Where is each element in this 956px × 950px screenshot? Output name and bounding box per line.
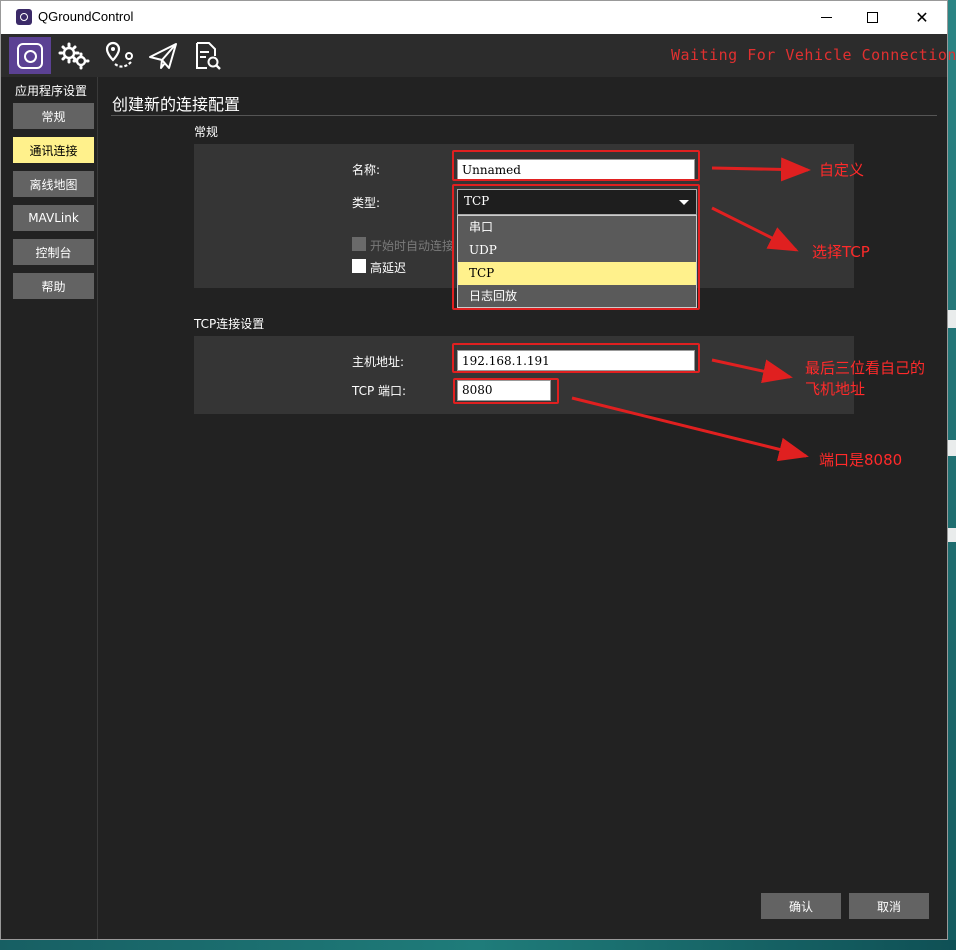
background-window-edge bbox=[948, 310, 956, 328]
tcp-section-label: TCP连接设置 bbox=[194, 317, 265, 331]
sidebar-item-mavlink[interactable]: MAVLink bbox=[13, 205, 94, 231]
plan-route-icon[interactable] bbox=[103, 40, 135, 72]
settings-sidebar: 应用程序设置 常规 通讯连接 离线地图 MAVLink 控制台 帮助 bbox=[1, 77, 98, 939]
auto-connect-checkbox[interactable] bbox=[352, 237, 366, 251]
annotation-box-name bbox=[452, 150, 700, 181]
app-window: QGroundControl ✕ Waiting For Vehicle Con… bbox=[0, 0, 956, 940]
maximize-button[interactable] bbox=[849, 1, 895, 34]
background-window-edge bbox=[948, 440, 956, 456]
minimize-icon bbox=[820, 17, 832, 18]
sidebar-title: 应用程序设置 bbox=[15, 84, 88, 98]
annotation-type-note: 选择TCP bbox=[812, 243, 870, 261]
sidebar-item-offline-maps[interactable]: 离线地图 bbox=[13, 171, 94, 197]
auto-connect-label: 开始时自动连接 bbox=[370, 239, 455, 253]
desktop-background bbox=[948, 0, 956, 950]
general-section-label: 常规 bbox=[194, 125, 219, 139]
close-button[interactable]: ✕ bbox=[899, 1, 945, 34]
host-label: 主机地址: bbox=[352, 355, 405, 369]
vehicle-connection-status: Waiting For Vehicle Connection bbox=[671, 46, 956, 64]
sidebar-item-comm-links[interactable]: 通讯连接 bbox=[13, 137, 94, 163]
confirm-button[interactable]: 确认 bbox=[761, 893, 841, 919]
annotation-box-host bbox=[452, 343, 700, 373]
title-bar: QGroundControl ✕ bbox=[1, 1, 947, 34]
title-divider bbox=[111, 115, 937, 116]
window-title: QGroundControl bbox=[38, 9, 134, 24]
qgc-logo-icon bbox=[17, 43, 43, 69]
app-settings-button[interactable] bbox=[9, 37, 51, 74]
port-label: TCP 端口: bbox=[352, 384, 407, 398]
sidebar-item-console[interactable]: 控制台 bbox=[13, 239, 94, 265]
main-toolbar: Waiting For Vehicle Connection bbox=[1, 34, 956, 77]
app-logo-icon bbox=[16, 9, 32, 25]
settings-gears-icon[interactable] bbox=[58, 40, 90, 72]
minimize-button[interactable] bbox=[803, 1, 849, 34]
desktop-taskbar-edge bbox=[0, 940, 956, 950]
annotation-box-port bbox=[453, 378, 559, 404]
analyze-document-icon[interactable] bbox=[191, 40, 223, 72]
annotation-host-note-line2: 飞机地址 bbox=[805, 380, 866, 398]
annotation-box-type bbox=[452, 184, 700, 310]
type-label: 类型: bbox=[352, 196, 381, 210]
high-latency-checkbox[interactable] bbox=[352, 259, 366, 273]
sidebar-item-general[interactable]: 常规 bbox=[13, 103, 94, 129]
annotation-port-note: 端口是8080 bbox=[819, 451, 903, 469]
page-title: 创建新的连接配置 bbox=[112, 95, 241, 114]
cancel-button[interactable]: 取消 bbox=[849, 893, 929, 919]
name-label: 名称: bbox=[352, 163, 381, 177]
background-window-edge bbox=[948, 528, 956, 542]
annotation-host-note-line1: 最后三位看自己的 bbox=[805, 359, 926, 377]
maximize-icon bbox=[866, 12, 878, 23]
annotation-name-note: 自定义 bbox=[819, 161, 865, 179]
sidebar-item-help[interactable]: 帮助 bbox=[13, 273, 94, 299]
fly-paper-plane-icon[interactable] bbox=[147, 40, 179, 72]
high-latency-label: 高延迟 bbox=[370, 261, 407, 275]
close-icon: ✕ bbox=[915, 8, 929, 27]
